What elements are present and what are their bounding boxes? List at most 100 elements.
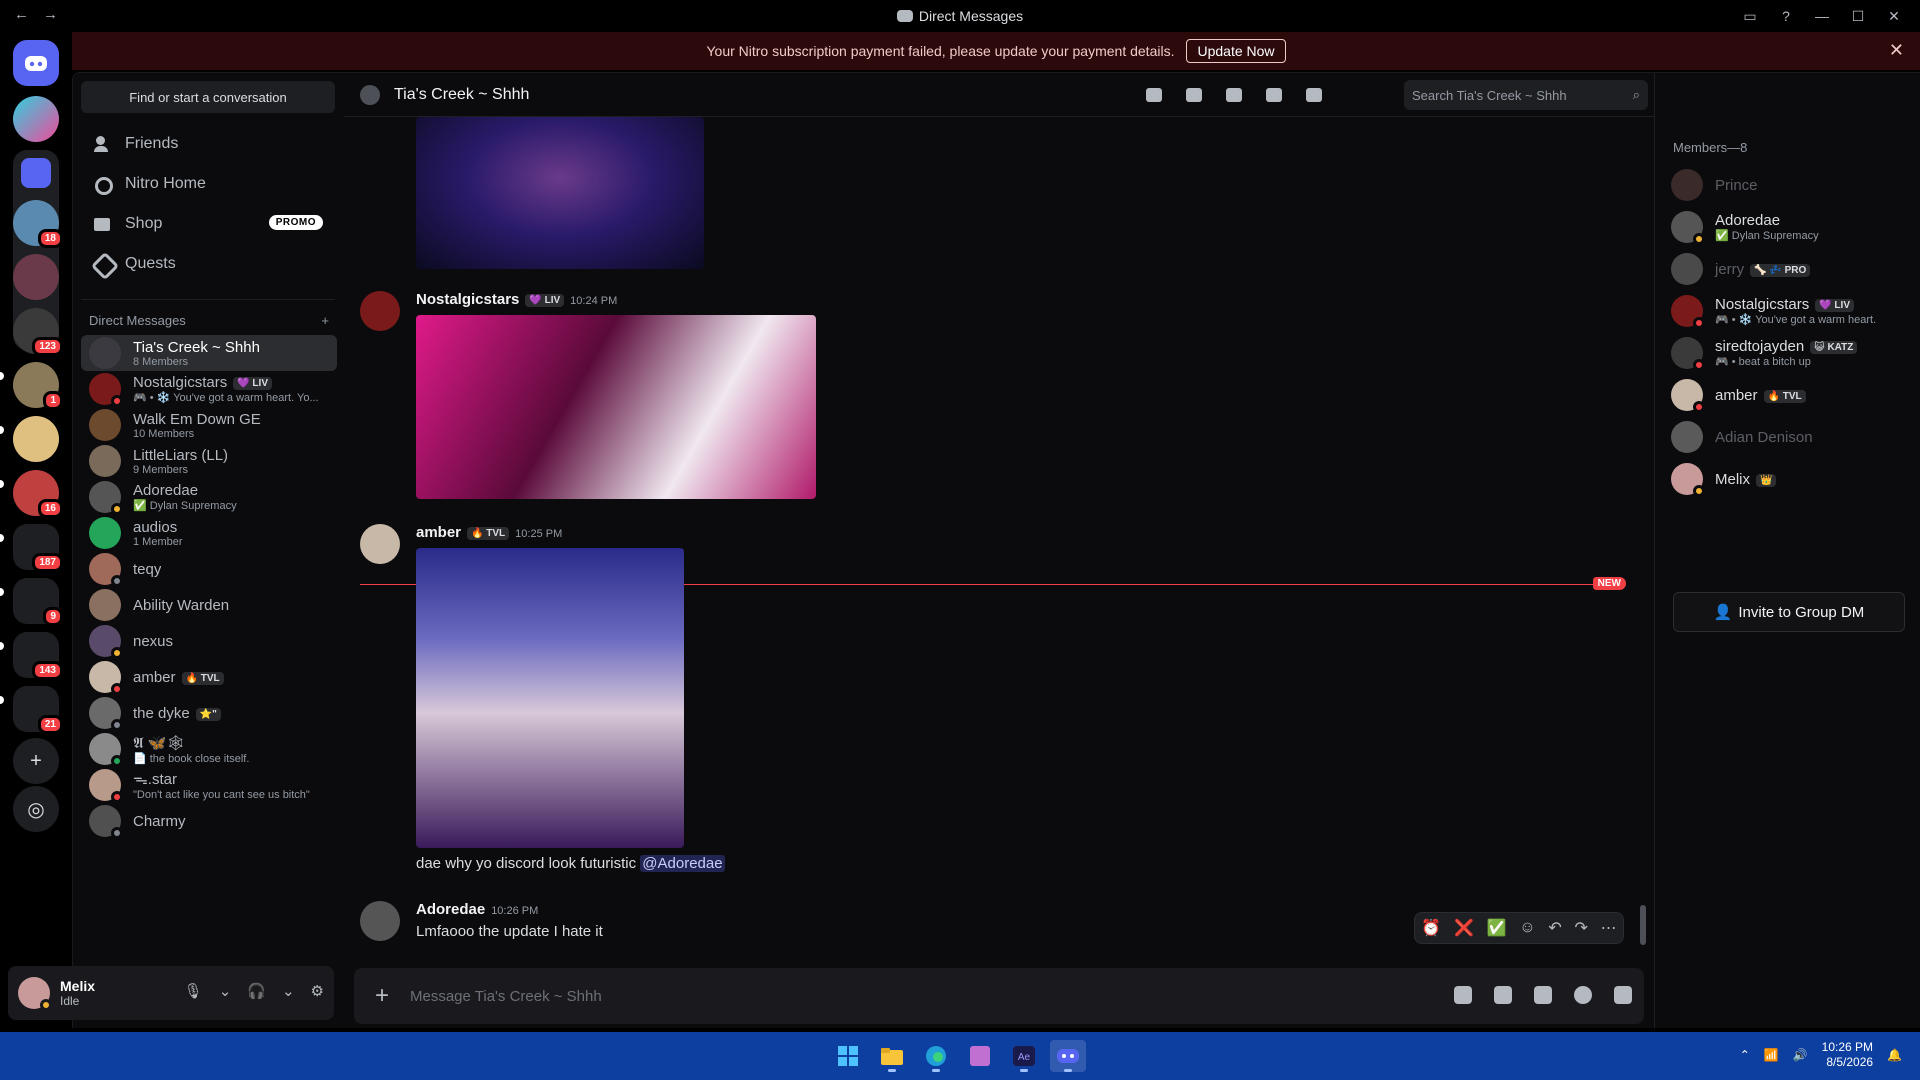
author-name[interactable]: Nostalgicstars	[416, 291, 519, 308]
help-icon[interactable]: ?	[1768, 4, 1804, 28]
update-now-button[interactable]: Update Now	[1186, 39, 1286, 63]
headphones-icon[interactable]: 🎧	[247, 982, 266, 1000]
dm-item[interactable]: nexus	[81, 623, 337, 659]
clock[interactable]: 10:26 PM 8/5/2026	[1822, 1040, 1873, 1070]
find-conversation-button[interactable]: Find or start a conversation	[81, 81, 335, 113]
after-effects-button[interactable]: Ae	[1006, 1040, 1042, 1072]
forward-icon[interactable]: ↷	[1574, 918, 1587, 938]
server-folder[interactable]: 143	[13, 632, 63, 680]
server-icon[interactable]: 123	[13, 308, 63, 356]
nav-friends[interactable]: Friends	[81, 125, 335, 163]
minimize-button[interactable]: —	[1804, 4, 1840, 28]
invite-to-group-button[interactable]: 👤 Invite to Group DM	[1673, 592, 1905, 632]
microphone-icon[interactable]: 🎙	[184, 982, 203, 1000]
file-explorer-button[interactable]	[874, 1040, 910, 1072]
nav-quests[interactable]: Quests	[81, 245, 335, 283]
member-item[interactable]: Adian Denison	[1671, 415, 1911, 459]
image-attachment[interactable]	[416, 117, 704, 269]
member-item[interactable]: jerry 🦴 💤 PRO	[1671, 247, 1911, 291]
emoji-icon[interactable]	[1574, 986, 1592, 1004]
user-mention[interactable]: @Adoredae	[640, 855, 725, 872]
chat-search-input[interactable]: Search Tia's Creek ~ Shhh ⌕	[1404, 80, 1648, 110]
gear-icon[interactable]: ⚙	[311, 982, 324, 1000]
chevron-up-icon[interactable]: ⌃	[1740, 1048, 1750, 1062]
edge-button[interactable]	[918, 1040, 954, 1072]
server-icon[interactable]: 18	[13, 200, 63, 248]
image-attachment[interactable]	[416, 548, 684, 848]
member-item[interactable]: Melix 👑	[1671, 457, 1911, 501]
avatar[interactable]	[360, 291, 400, 331]
server-icon[interactable]	[13, 96, 59, 142]
dm-item[interactable]: Adoredae ✅ Dylan Supremacy	[81, 479, 337, 515]
image-attachment[interactable]	[416, 315, 816, 499]
discord-taskbar-button[interactable]	[1050, 1040, 1086, 1072]
more-options-icon[interactable]: ⋯	[1601, 918, 1617, 938]
home-button[interactable]	[13, 40, 59, 86]
member-item[interactable]: Nostalgicstars 💜 LIV 🎮 • ❄️ You've got a w…	[1671, 289, 1911, 333]
gif-icon[interactable]	[1494, 986, 1512, 1004]
add-friends-icon[interactable]	[1264, 85, 1284, 105]
dm-item[interactable]: LittleLiars (LL) 9 Members	[81, 443, 337, 479]
author-name[interactable]: amber	[416, 524, 461, 541]
dm-item[interactable]: Charmy	[81, 803, 337, 839]
server-folder[interactable]: 187	[13, 524, 63, 572]
server-folder[interactable]: 9	[13, 578, 63, 626]
explore-button[interactable]: ◎	[13, 786, 59, 832]
server-icon[interactable]	[13, 416, 59, 462]
dm-item[interactable]: the dyke ⭐"	[81, 695, 337, 731]
dm-item[interactable]: Walk Em Down GE 10 Members	[81, 407, 337, 443]
add-server-button[interactable]: +	[13, 738, 59, 784]
dm-item[interactable]: teqy	[81, 551, 337, 587]
member-item[interactable]: amber 🔥 TVL	[1671, 373, 1911, 417]
dm-item[interactable]: audios 1 Member	[81, 515, 337, 551]
author-name[interactable]: Adoredae	[416, 901, 485, 918]
alarm-clock-reaction[interactable]: ⏰	[1421, 918, 1441, 938]
server-folder[interactable]: 21	[13, 686, 63, 734]
status-indicator	[111, 575, 123, 587]
message-composer[interactable]: + Message Tia's Creek ~ Shhh	[354, 968, 1644, 1024]
sticker-icon[interactable]	[1534, 986, 1552, 1004]
notification-icon[interactable]: 🔔	[1887, 1048, 1902, 1062]
banner-close-icon[interactable]: ✕	[1889, 40, 1904, 61]
dm-item[interactable]: ᯓ.star "Don't act like you cant see us bi…	[81, 767, 337, 803]
create-dm-icon[interactable]: +	[321, 313, 329, 328]
nav-nitro-home[interactable]: Nitro Home	[81, 165, 335, 203]
server-icon[interactable]	[13, 254, 59, 300]
attach-plus-icon[interactable]: +	[354, 982, 410, 1010]
pin-icon[interactable]	[1224, 85, 1244, 105]
add-reaction-icon[interactable]: ☺	[1519, 919, 1535, 937]
app-button[interactable]	[962, 1040, 998, 1072]
server-icon[interactable]: 1	[13, 362, 63, 410]
cross-mark-reaction[interactable]: ❌	[1454, 918, 1474, 938]
inbox-icon[interactable]: ▭	[1732, 4, 1768, 28]
avatar[interactable]	[18, 977, 52, 1011]
apps-icon[interactable]	[1614, 986, 1632, 1004]
chevron-down-icon[interactable]: ⌄	[282, 982, 295, 1000]
dm-item[interactable]: amber 🔥 TVL	[81, 659, 337, 695]
start-button[interactable]	[830, 1040, 866, 1072]
reply-icon[interactable]: ↶	[1548, 918, 1561, 938]
dm-item[interactable]: 𝕬 🦋🕸 📄 the book close itself.	[81, 731, 337, 767]
check-mark-reaction[interactable]: ✅	[1487, 918, 1507, 938]
dm-item[interactable]: Ability Warden	[81, 587, 337, 623]
chevron-down-icon[interactable]: ⌄	[219, 982, 232, 1000]
close-window-button[interactable]: ✕	[1876, 4, 1912, 28]
avatar[interactable]	[360, 524, 400, 564]
member-list-icon[interactable]	[1304, 85, 1324, 105]
volume-icon[interactable]: 🔊	[1793, 1048, 1808, 1062]
member-item[interactable]: Adoredae ✅ Dylan Supremacy	[1671, 205, 1911, 249]
nav-shop[interactable]: Shop PROMO	[81, 205, 335, 243]
wifi-icon[interactable]: 📶	[1764, 1048, 1779, 1062]
member-item[interactable]: Prince	[1671, 163, 1911, 207]
voice-call-icon[interactable]	[1144, 85, 1164, 105]
member-item[interactable]: siredtojayden 😺 KATZ 🎮 • beat a bitch up	[1671, 331, 1911, 375]
server-icon[interactable]: 16	[13, 470, 63, 518]
folder-icon[interactable]	[21, 158, 51, 188]
maximize-button[interactable]: ☐	[1840, 4, 1876, 28]
avatar[interactable]	[360, 901, 400, 941]
dm-item[interactable]: Nostalgicstars 💜 LIV 🎮 • ❄️ You've got a w…	[81, 371, 337, 407]
video-call-icon[interactable]	[1184, 85, 1204, 105]
dm-item[interactable]: Tia's Creek ~ Shhh 8 Members	[81, 335, 337, 371]
scrollbar-thumb[interactable]	[1640, 905, 1646, 945]
gift-icon[interactable]	[1454, 986, 1472, 1004]
